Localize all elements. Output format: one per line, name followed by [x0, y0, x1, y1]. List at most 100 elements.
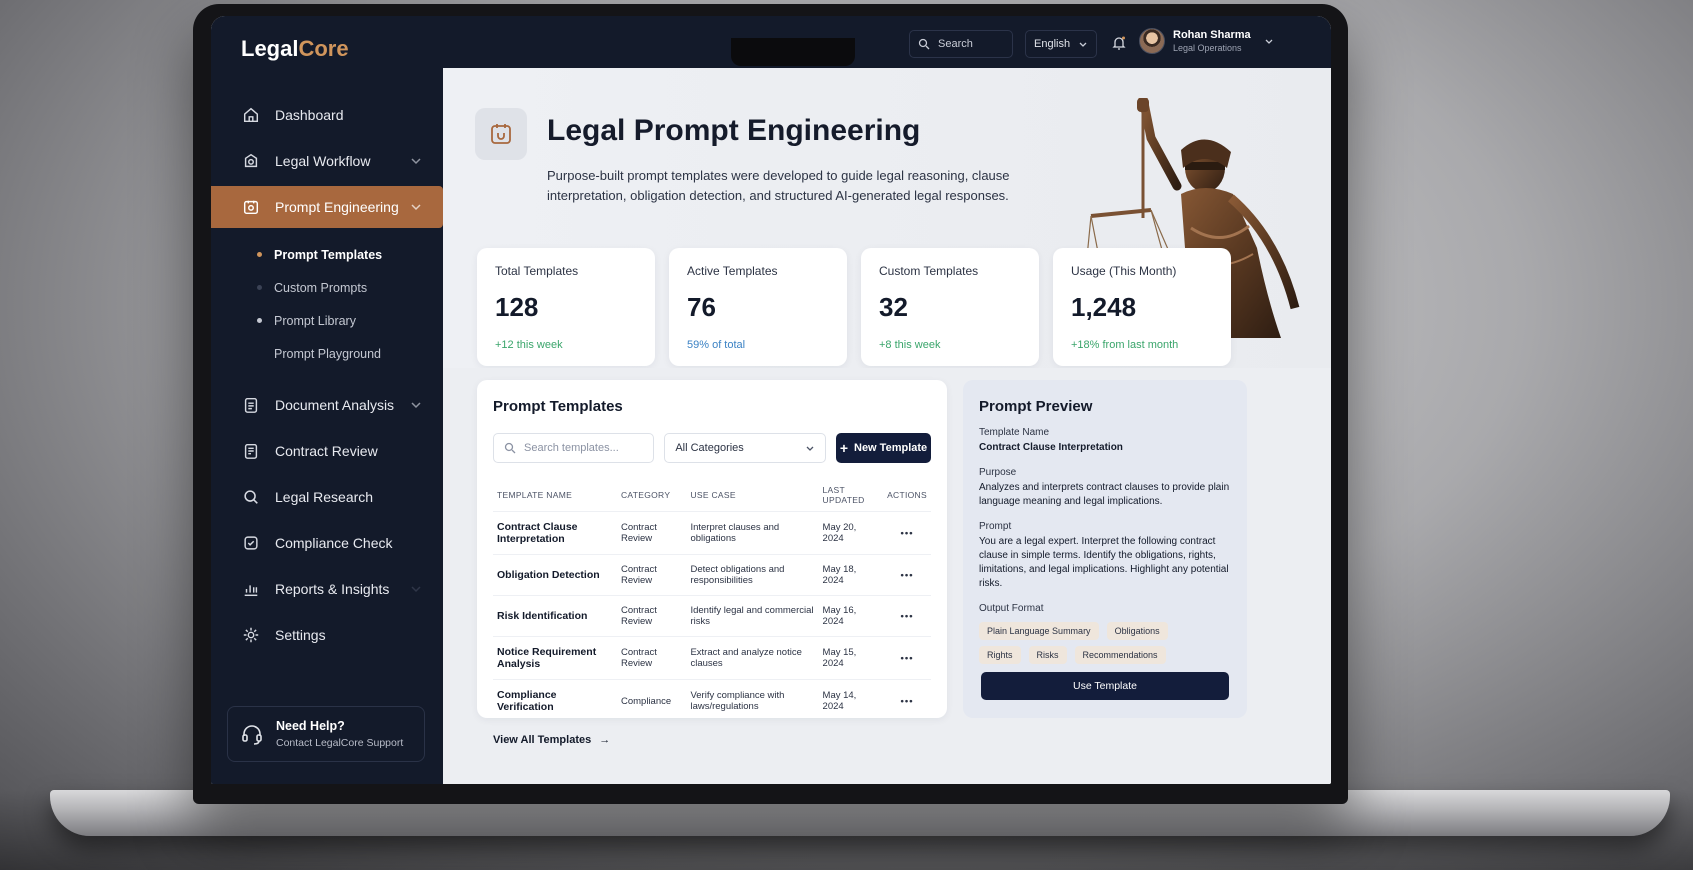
use-template-button[interactable]: Use Template — [981, 672, 1229, 700]
template-search-placeholder: Search templates... — [524, 442, 619, 454]
sidebar-item-reports-insights[interactable]: Reports & Insights — [211, 568, 443, 610]
cell-last-updated: May 15, 2024 — [818, 636, 884, 680]
chevron-down-icon — [411, 158, 421, 165]
help-title: Need Help? — [276, 719, 345, 733]
sidebar-item-compliance-check[interactable]: Compliance Check — [211, 522, 443, 564]
search-input[interactable]: Search — [909, 30, 1013, 58]
format-chip[interactable]: Recommendations — [1074, 646, 1166, 664]
sidebar-item-contract-review[interactable]: Contract Review — [211, 430, 443, 472]
new-template-button[interactable]: + New Template — [835, 433, 931, 463]
more-actions-icon[interactable]: ••• — [883, 595, 931, 637]
stat-delta: 59% of total — [687, 339, 746, 351]
format-chip[interactable]: Risks — [1028, 646, 1067, 664]
table-row[interactable]: Contract Clause Interpretation Contract … — [493, 511, 931, 555]
output-format-chips: Plain Language Summary Obligations Right… — [979, 622, 1209, 664]
stat-value: 76 — [687, 292, 716, 322]
subitem-label: Prompt Library — [274, 313, 356, 328]
column-header[interactable]: USE CASE — [686, 479, 818, 512]
sidebar-item-settings[interactable]: Settings — [211, 614, 443, 656]
sidebar-nav: Dashboard Legal Workflow Prompt Engineer… — [211, 94, 443, 660]
format-chip[interactable]: Plain Language Summary — [979, 622, 1099, 640]
stat-delta: +18% from last month — [1071, 339, 1179, 351]
avatar — [1139, 28, 1165, 54]
column-header[interactable]: CATEGORY — [617, 479, 686, 512]
plus-icon: + — [839, 440, 848, 456]
chevron-down-icon — [411, 586, 421, 593]
stat-card-usage-this-month: Usage (This Month) 1,248 +18% from last … — [1053, 248, 1231, 366]
help-card[interactable]: Need Help? Contact LegalCore Support — [227, 706, 425, 762]
templates-panel: Prompt Templates Search templates... All… — [477, 380, 947, 746]
user-menu[interactable]: Rohan Sharma Legal Operations — [1139, 28, 1275, 54]
sidebar-item-document-analysis[interactable]: Document Analysis — [211, 384, 443, 426]
templates-table: TEMPLATE NAME CATEGORY USE CASE LAST UPD… — [493, 479, 931, 722]
search-icon — [918, 38, 930, 50]
sidebar-item-dashboard[interactable]: Dashboard — [211, 94, 443, 136]
cell-category: Contract Review — [616, 554, 687, 596]
preview-prompt-value: You are a legal expert. Interpret the fo… — [979, 536, 1229, 589]
more-actions-icon[interactable]: ••• — [883, 679, 931, 722]
column-header[interactable]: LAST UPDATED — [819, 479, 884, 512]
cell-category: Contract Review — [616, 511, 687, 555]
subitem-label: Custom Prompts — [274, 280, 368, 295]
cell-use-case: Identify legal and commercial risks — [686, 595, 819, 637]
help-subtitle: Contact LegalCore Support — [276, 737, 404, 749]
subitem-label: Prompt Templates — [274, 247, 383, 262]
cell-last-updated: May 16, 2024 — [818, 595, 884, 637]
templates-title: Prompt Templates — [493, 398, 623, 415]
subitem-custom-prompts[interactable]: Custom Prompts — [257, 271, 443, 304]
chevron-down-icon — [1265, 39, 1273, 44]
subitem-prompt-library[interactable]: Prompt Library — [257, 304, 443, 337]
preview-name-label: Template Name — [979, 427, 1050, 438]
table-row[interactable]: Obligation Detection Contract Review Det… — [493, 554, 931, 596]
hero-section: Legal Prompt Engineering Purpose-built p… — [443, 68, 1331, 368]
sidebar-item-label: Legal Research — [275, 489, 374, 505]
cell-use-case: Verify compliance with laws/regulations — [686, 679, 819, 722]
bullet-icon — [257, 252, 262, 257]
sidebar: LegalCore Dashboard Legal Workflow Promp… — [211, 16, 443, 784]
brand-logo[interactable]: LegalCore — [241, 36, 349, 62]
subitem-prompt-playground[interactable]: Prompt Playground — [257, 337, 443, 370]
table-row[interactable]: Notice Requirement Analysis Contract Rev… — [493, 636, 931, 680]
bullet-icon — [257, 285, 262, 290]
sidebar-item-label: Compliance Check — [275, 535, 393, 551]
language-value: English — [1034, 38, 1071, 50]
gear-icon — [241, 625, 261, 645]
format-chip[interactable]: Obligations — [1106, 622, 1168, 640]
table-row[interactable]: Compliance Verification Compliance Verif… — [493, 679, 931, 722]
stat-delta: +8 this week — [879, 339, 941, 351]
stats-row: Total Templates 128 +12 this week Active… — [477, 248, 1231, 366]
sidebar-item-label: Settings — [275, 627, 326, 643]
cell-template-name: Risk Identification — [493, 595, 617, 637]
sidebar-item-legal-workflow[interactable]: Legal Workflow — [211, 140, 443, 182]
category-select-value: All Categories — [675, 442, 744, 454]
document-icon — [241, 395, 261, 415]
column-header[interactable]: TEMPLATE NAME — [493, 479, 617, 512]
headset-icon — [242, 725, 262, 745]
stat-value: 1,248 — [1071, 292, 1137, 322]
subitem-prompt-templates[interactable]: Prompt Templates — [257, 238, 443, 271]
view-all-templates-link[interactable]: View All Templates → — [493, 734, 931, 746]
category-select[interactable]: All Categories — [664, 433, 826, 463]
bell-icon[interactable] — [1111, 35, 1127, 51]
new-template-label: New Template — [854, 442, 928, 454]
template-search-input[interactable]: Search templates... — [493, 433, 655, 463]
stat-value: 32 — [879, 292, 908, 322]
bullet-icon — [257, 318, 262, 323]
table-row[interactable]: Risk Identification Contract Review Iden… — [493, 595, 931, 637]
shield-check-icon — [241, 533, 261, 553]
more-actions-icon[interactable]: ••• — [883, 636, 931, 680]
cell-category: Contract Review — [616, 636, 687, 680]
subitem-label: Prompt Playground — [274, 346, 382, 361]
user-role: Legal Operations — [1173, 43, 1242, 53]
chevron-down-icon — [411, 204, 421, 211]
more-actions-icon[interactable]: ••• — [883, 554, 931, 596]
cell-template-name: Contract Clause Interpretation — [493, 511, 617, 555]
stat-card-active-templates: Active Templates 76 59% of total — [669, 248, 847, 366]
sidebar-item-legal-research[interactable]: Legal Research — [211, 476, 443, 518]
stat-label: Total Templates — [495, 264, 579, 278]
prompt-engineering-submenu: Prompt Templates Custom Prompts Prompt L… — [211, 238, 443, 370]
sidebar-item-prompt-engineering[interactable]: Prompt Engineering — [211, 186, 443, 228]
format-chip[interactable]: Rights — [979, 646, 1021, 664]
language-select[interactable]: English — [1025, 30, 1097, 58]
more-actions-icon[interactable]: ••• — [883, 511, 931, 555]
